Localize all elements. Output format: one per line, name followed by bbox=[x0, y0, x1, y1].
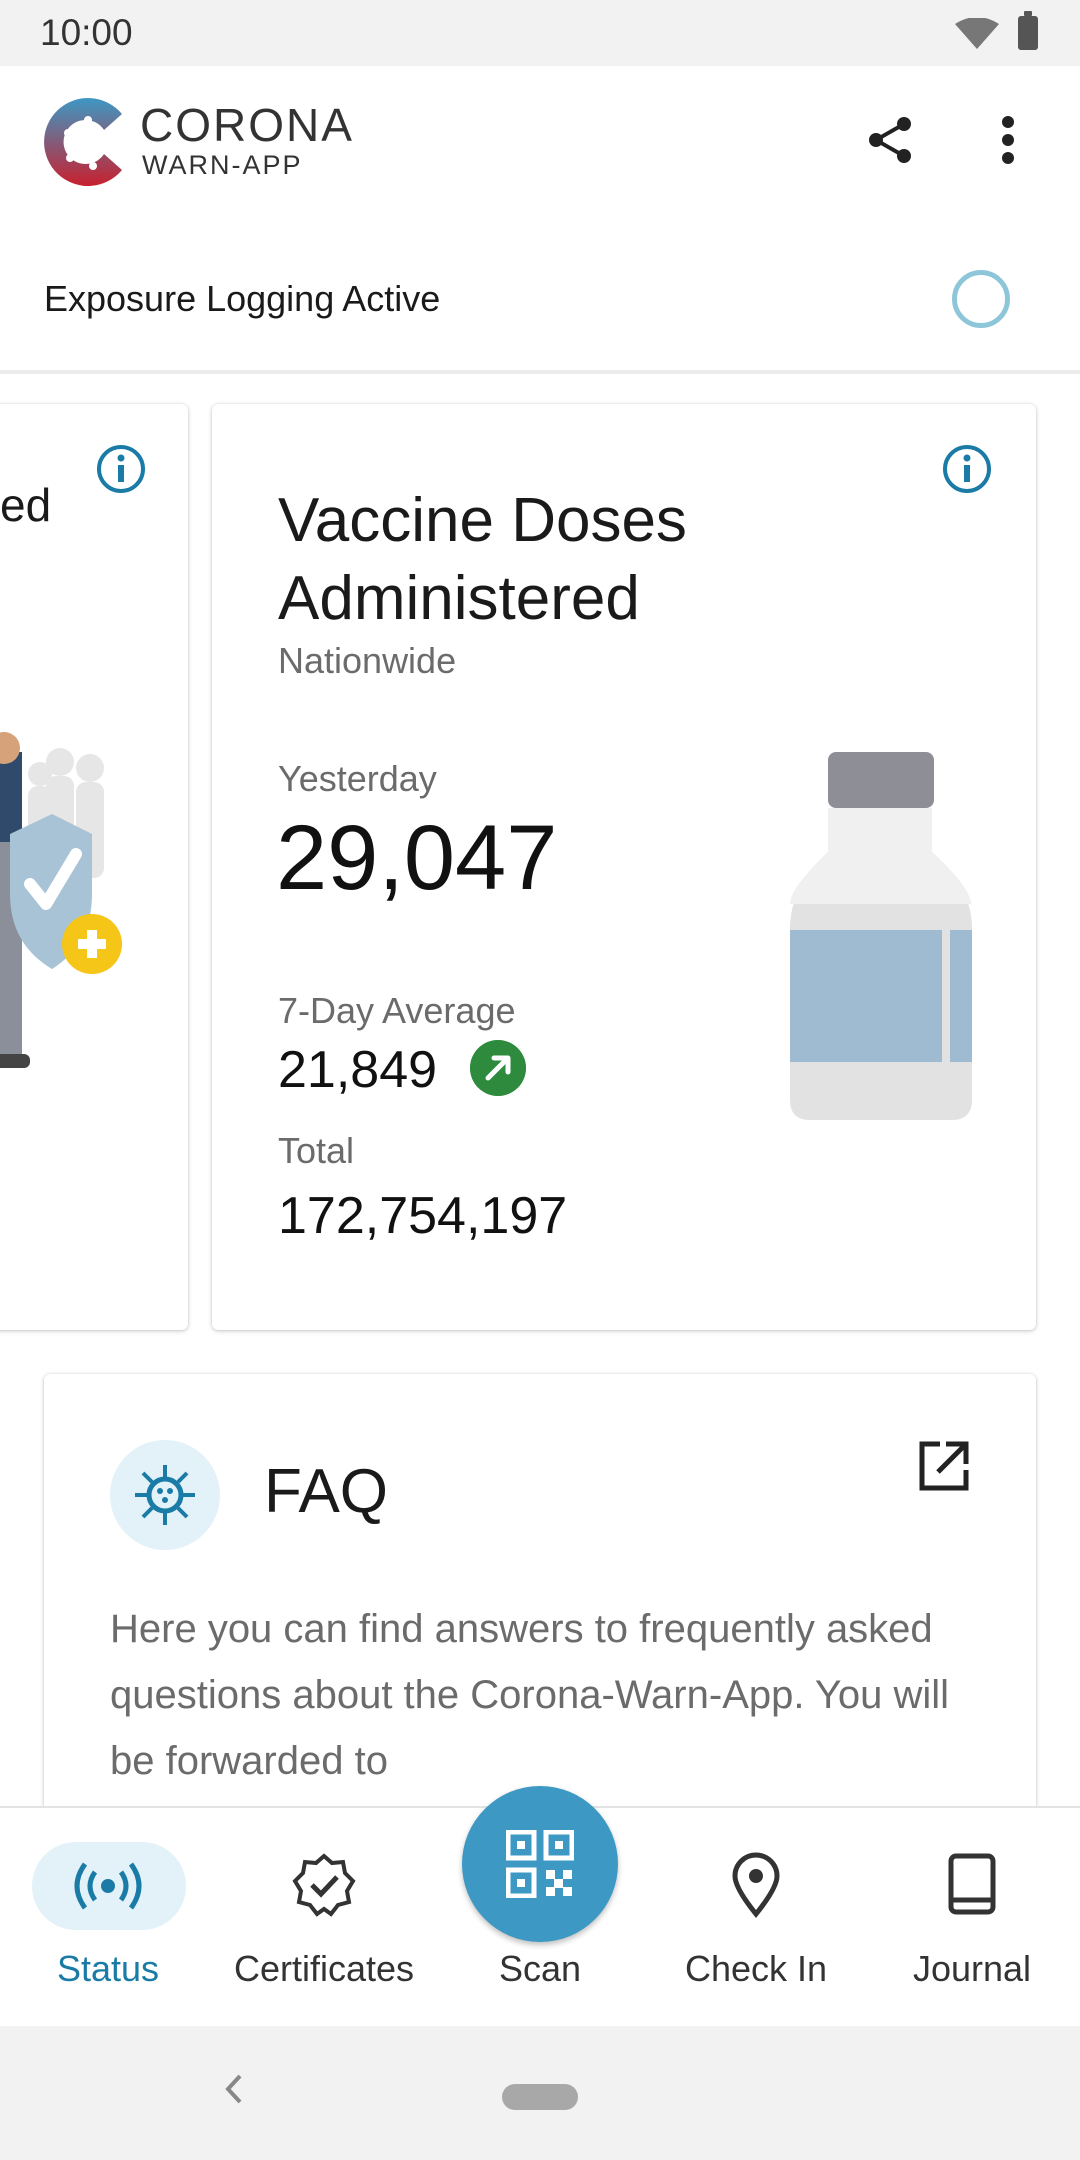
tab-journal-label[interactable]: Journal bbox=[872, 1948, 1072, 1990]
seven-day-average-value: 21,849 bbox=[278, 1041, 438, 1099]
share-icon[interactable] bbox=[868, 116, 914, 164]
wifi-icon bbox=[955, 18, 999, 49]
vaccinated-person-illustration bbox=[0, 732, 122, 1068]
info-icon[interactable] bbox=[96, 444, 146, 494]
logo-title: CORONA bbox=[140, 99, 354, 151]
faq-body-text: Here you can find answers to frequently … bbox=[110, 1607, 950, 1783]
logo-subtitle: WARN-APP bbox=[142, 150, 303, 180]
total-label: Total bbox=[278, 1130, 355, 1171]
statistics-card-partial[interactable] bbox=[0, 404, 188, 1330]
home-handle[interactable] bbox=[502, 2084, 578, 2110]
tab-certificates-label[interactable]: Certificates bbox=[224, 1948, 424, 1990]
status-time: 10:00 bbox=[40, 12, 133, 53]
broadcast-icon bbox=[74, 1862, 142, 1910]
trend-up-icon bbox=[470, 1040, 526, 1096]
tab-journal[interactable] bbox=[872, 1852, 1072, 1921]
tab-certificates[interactable] bbox=[224, 1852, 424, 1923]
vaccine-card-subtitle: Nationwide bbox=[278, 640, 457, 681]
virus-icon bbox=[135, 1465, 195, 1525]
divider bbox=[0, 370, 1080, 374]
back-icon[interactable] bbox=[224, 2072, 244, 2106]
book-icon bbox=[948, 1853, 996, 1915]
location-pin-icon bbox=[732, 1852, 780, 1918]
corona-warn-app-logo bbox=[44, 98, 122, 186]
qr-code-icon bbox=[506, 1830, 574, 1898]
tab-status-label[interactable]: Status bbox=[8, 1948, 208, 1990]
battery-icon bbox=[1018, 11, 1038, 50]
exposure-status-ring-icon bbox=[952, 270, 1010, 328]
yesterday-value: 29,047 bbox=[276, 807, 558, 909]
vaccine-card-title: Vaccine Doses Administered bbox=[278, 486, 687, 633]
tab-check-in[interactable] bbox=[656, 1852, 856, 1923]
external-link-icon[interactable] bbox=[916, 1438, 972, 1494]
vaccine-vial-illustration bbox=[790, 752, 972, 1120]
seven-day-average-label: 7-Day Average bbox=[278, 990, 516, 1031]
tab-check-in-label[interactable]: Check In bbox=[656, 1948, 856, 1990]
more-vert-icon[interactable] bbox=[1000, 116, 1016, 164]
tab-scan-label[interactable]: Scan bbox=[440, 1948, 640, 1990]
exposure-logging-label[interactable]: Exposure Logging Active bbox=[44, 278, 440, 320]
yesterday-label: Yesterday bbox=[278, 758, 437, 799]
info-icon[interactable] bbox=[942, 444, 992, 494]
tab-status[interactable] bbox=[8, 1858, 208, 1919]
left-card-title-partial: ed bbox=[0, 479, 52, 531]
status-bar bbox=[0, 0, 1080, 66]
total-value: 172,754,197 bbox=[278, 1187, 568, 1245]
scan-button[interactable] bbox=[462, 1786, 618, 1942]
faq-title: FAQ bbox=[264, 1457, 389, 1526]
certificate-badge-icon bbox=[292, 1853, 356, 1917]
